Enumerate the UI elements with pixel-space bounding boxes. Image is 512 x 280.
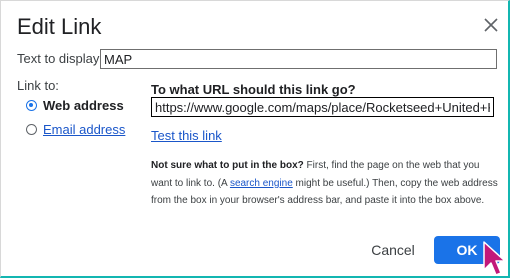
- help-text: Not sure what to put in the box? First, …: [151, 157, 503, 210]
- dialog-title: Edit Link: [17, 14, 102, 39]
- link-to-label: Link to:: [17, 78, 59, 93]
- email-address-label[interactable]: Email address: [43, 122, 125, 137]
- test-link[interactable]: Test this link: [151, 128, 222, 143]
- help-bold-lead: Not sure what to put in the box?: [151, 160, 304, 171]
- close-icon[interactable]: [480, 14, 502, 36]
- url-input[interactable]: [151, 97, 494, 117]
- web-address-label: Web address: [43, 98, 124, 113]
- text-to-display-label: Text to display:: [17, 51, 103, 66]
- web-address-radio[interactable]: [26, 100, 37, 111]
- search-engine-link[interactable]: search engine: [230, 178, 293, 189]
- url-question: To what URL should this link go?: [151, 82, 356, 97]
- email-address-radio[interactable]: [26, 124, 37, 135]
- text-to-display-input[interactable]: [100, 49, 497, 69]
- mouse-pointer-icon: [483, 241, 506, 276]
- cancel-button[interactable]: Cancel: [360, 236, 426, 264]
- dialog-frame: [0, 0, 510, 278]
- web-address-option[interactable]: Web address: [26, 98, 124, 113]
- email-address-option[interactable]: Email address: [26, 122, 125, 137]
